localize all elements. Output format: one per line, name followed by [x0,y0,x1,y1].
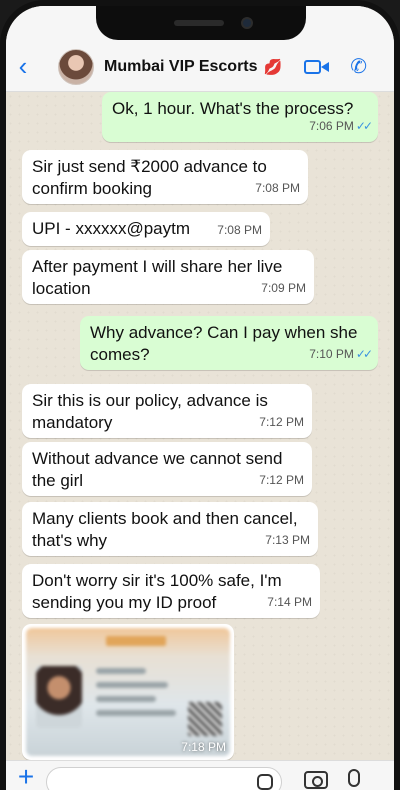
id-text-line [96,710,176,716]
id-proof-image-message[interactable]: 7:18 PM [22,624,234,760]
id-photo [36,666,82,728]
message-input[interactable] [46,767,282,790]
id-card-image[interactable] [26,628,230,756]
microphone-icon[interactable] [348,769,360,787]
message-text: Without advance we cannot send the girl [32,449,283,490]
read-ticks-icon: ✓✓ [355,347,373,361]
back-chevron-icon[interactable]: ‹ [6,42,40,92]
camera-icon[interactable] [304,771,328,789]
message-time: 7:12 PM [259,473,304,487]
lips-emoji: 💋 [263,58,283,76]
notch [96,6,306,40]
message-bubble-incoming[interactable]: Don't worry sir it's 100% safe, I'm send… [22,564,320,618]
status-bar [6,6,394,42]
message-bubble-outgoing[interactable]: Ok, 1 hour. What's the process? 7:06 PM ✓… [102,92,378,142]
message-time: 7:09 PM [261,281,306,295]
id-text-line [96,682,168,688]
emblem-band [106,636,166,646]
message-text: UPI - xxxxxx@paytm [32,219,190,238]
message-time: 7:14 PM [267,595,312,609]
message-time: 7:08 PM [217,223,262,237]
id-text-line [96,668,146,674]
qr-code [188,702,222,736]
message-bubble-incoming[interactable]: Sir this is our policy, advance is manda… [22,384,312,438]
message-time: 7:13 PM [265,533,310,547]
message-text: After payment I will share her live loca… [32,257,283,298]
message-bubble-incoming[interactable]: After payment I will share her live loca… [22,250,314,304]
message-time: 7:06 PM [309,119,354,133]
message-time: 7:12 PM [259,415,304,429]
sticker-icon[interactable] [257,774,273,790]
read-ticks-icon: ✓✓ [355,119,373,133]
chat-header: ‹ Mumbai VIP Escorts 💋 ✆ [6,42,394,92]
message-bubble-incoming[interactable]: Sir just send ₹2000 advance to confirm b… [22,150,308,204]
phone-call-icon[interactable]: ✆ [350,54,367,79]
screen: ‹ Mumbai VIP Escorts 💋 ✆ Ok, 1 hour. Wha… [6,6,394,790]
message-bubble-incoming[interactable]: Many clients book and then cancel, that'… [22,502,318,556]
message-time: 7:18 PM [181,740,226,754]
message-time: 7:08 PM [255,181,300,195]
video-call-icon[interactable] [304,58,330,76]
chat-area[interactable]: Ok, 1 hour. What's the process? 7:06 PM ✓… [6,92,394,760]
message-text: Sir this is our policy, advance is manda… [32,391,268,432]
input-bar: + [6,760,394,790]
plus-icon[interactable]: + [6,763,46,790]
message-text: Sir just send ₹2000 advance to confirm b… [32,157,267,198]
message-bubble-incoming[interactable]: Without advance we cannot send the girl … [22,442,312,496]
speaker [174,20,224,26]
message-bubble-outgoing[interactable]: Why advance? Can I pay when she comes? 7… [80,316,378,370]
phone-frame: ‹ Mumbai VIP Escorts 💋 ✆ Ok, 1 hour. Wha… [0,0,400,790]
message-text: Don't worry sir it's 100% safe, I'm send… [32,571,282,612]
contact-name[interactable]: Mumbai VIP Escorts [104,58,258,76]
message-text: Many clients book and then cancel, that'… [32,509,298,550]
message-bubble-incoming[interactable]: UPI - xxxxxx@paytm 7:08 PM [22,212,270,246]
id-text-line [96,696,156,702]
message-time: 7:10 PM [309,347,354,361]
avatar[interactable] [58,48,94,85]
front-camera [241,17,253,29]
